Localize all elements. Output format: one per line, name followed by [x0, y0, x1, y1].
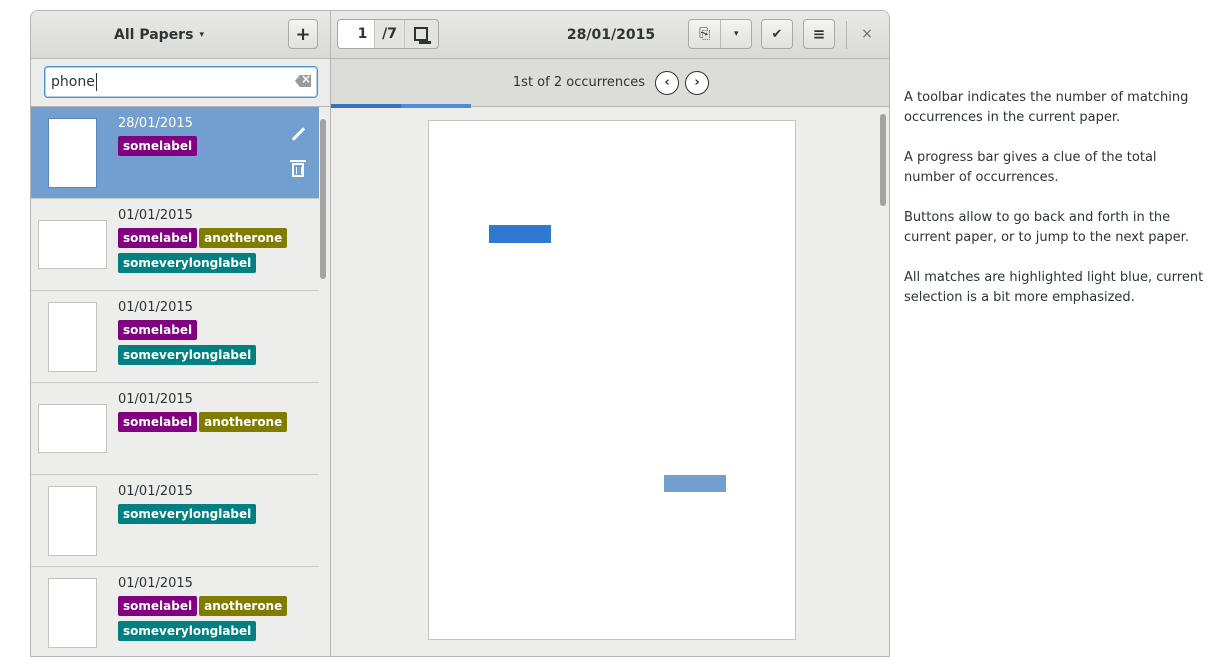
collection-label: All Papers	[114, 26, 194, 43]
header-bar: All Papers ▾ + 1 /7 28/01/2015 ⎘ ▾ ✔ ≡ ×	[31, 11, 889, 59]
document-page	[428, 120, 796, 640]
paper-item[interactable]: 01/01/2015 somelabel anotherone someverylon…	[31, 567, 319, 656]
validate-button[interactable]: ✔	[761, 19, 793, 49]
paper-date: 01/01/2015	[118, 484, 193, 499]
label-tag: someverylonglabel	[118, 253, 257, 273]
paper-date: 28/01/2015	[118, 116, 193, 131]
sidebar: phone 28/01/2015 somelabel 01/01/2015 somel…	[31, 59, 331, 656]
label-tag: anotherone	[199, 412, 288, 432]
annotation-notes: A toolbar indicates the number of matchi…	[904, 88, 1204, 328]
annotation-text: All matches are highlighted light blue, …	[904, 270, 1204, 305]
match-highlight	[664, 475, 726, 492]
export-options-button[interactable]: ▾	[721, 20, 751, 48]
paper-labels: somelabel anotherone someverylonglabel	[118, 228, 308, 276]
export-button[interactable]: ⎘	[689, 20, 722, 48]
paper-date: 01/01/2015	[118, 576, 193, 591]
paper-thumbnail	[48, 118, 97, 188]
chevron-right-icon: ›	[694, 75, 700, 90]
page-layout-button[interactable]	[405, 20, 438, 48]
label-tag: someverylonglabel	[118, 621, 257, 641]
paper-labels: somelabel someverylonglabel	[118, 320, 308, 368]
search-bar: phone	[31, 59, 330, 107]
label-tag: someverylonglabel	[118, 504, 257, 524]
paper-labels: somelabel	[118, 136, 308, 159]
add-paper-button[interactable]: +	[288, 19, 318, 49]
close-button[interactable]: ×	[857, 19, 877, 49]
collection-selector[interactable]: All Papers ▾	[31, 11, 287, 58]
search-input[interactable]: phone	[44, 66, 318, 98]
page-total: /7	[375, 20, 405, 48]
header-left: All Papers ▾ +	[31, 11, 331, 58]
search-value: phone	[51, 74, 95, 90]
export-icon: ⎘	[699, 26, 711, 42]
pages-icon	[414, 27, 432, 44]
paper-item[interactable]: 01/01/2015 somelabel anotherone someverylon…	[31, 199, 319, 291]
paper-thumbnail	[38, 404, 107, 453]
page-number-input[interactable]: 1	[338, 20, 376, 48]
document-date: 28/01/2015	[566, 26, 656, 43]
label-tag: someverylonglabel	[118, 345, 257, 365]
previous-occurrence-button[interactable]: ‹	[655, 70, 680, 95]
occurrence-count: 1st of 2 occurrences	[512, 75, 646, 90]
label-tag: somelabel	[118, 412, 198, 432]
next-occurrence-button[interactable]: ›	[685, 70, 710, 95]
header-separator	[846, 21, 847, 49]
current-match-highlight	[489, 225, 551, 243]
edit-icon[interactable]	[291, 127, 305, 141]
clear-icon[interactable]	[295, 75, 311, 87]
label-tag: anotherone	[199, 228, 288, 248]
annotation-text: Buttons allow to go back and forth in th…	[904, 210, 1189, 245]
find-bar: 1st of 2 occurrences ‹ ›	[331, 59, 889, 107]
menu-button[interactable]: ≡	[803, 19, 835, 49]
paper-item[interactable]: 01/01/2015 somelabel someverylonglabel	[31, 291, 319, 383]
paper-date: 01/01/2015	[118, 208, 193, 223]
paper-labels: somelabel anotherone	[118, 412, 308, 435]
paper-item[interactable]: 28/01/2015 somelabel	[31, 107, 319, 199]
label-tag: somelabel	[118, 320, 198, 340]
paper-list: 28/01/2015 somelabel 01/01/2015 somelabel an…	[31, 107, 319, 656]
close-icon: ×	[861, 26, 873, 42]
page-navigator: 1 /7	[337, 19, 439, 49]
paper-date: 01/01/2015	[118, 392, 193, 407]
label-tag: somelabel	[118, 596, 198, 616]
export-button-group: ⎘ ▾	[688, 19, 752, 49]
trash-icon[interactable]	[290, 160, 306, 177]
paper-thumbnail	[38, 220, 107, 269]
chevron-down-icon: ▾	[199, 29, 204, 40]
sidebar-scrollbar[interactable]	[320, 119, 326, 279]
paper-date: 01/01/2015	[118, 300, 193, 315]
hamburger-icon: ≡	[812, 25, 826, 43]
chevron-left-icon: ‹	[664, 75, 670, 90]
annotation-text: A toolbar indicates the number of matchi…	[904, 90, 1189, 125]
paper-labels: someverylonglabel	[118, 504, 308, 527]
label-tag: somelabel	[118, 228, 198, 248]
document-canvas	[331, 108, 889, 656]
paper-item[interactable]: 01/01/2015 somelabel anotherone	[31, 383, 319, 475]
label-tag: somelabel	[118, 136, 198, 156]
paper-thumbnail	[48, 302, 97, 372]
document-scrollbar[interactable]	[880, 114, 886, 206]
text-cursor	[95, 73, 97, 91]
paper-item[interactable]: 01/01/2015 someverylonglabel	[31, 475, 319, 567]
app-window: All Papers ▾ + 1 /7 28/01/2015 ⎘ ▾ ✔ ≡ ×…	[30, 10, 890, 657]
check-icon: ✔	[771, 26, 783, 42]
label-tag: anotherone	[199, 596, 288, 616]
paper-labels: somelabel anotherone someverylonglabel	[118, 596, 308, 644]
paper-thumbnail	[48, 486, 97, 556]
chevron-down-icon: ▾	[733, 29, 739, 39]
annotation-text: A progress bar gives a clue of the total…	[904, 150, 1157, 185]
paper-thumbnail	[48, 578, 97, 648]
